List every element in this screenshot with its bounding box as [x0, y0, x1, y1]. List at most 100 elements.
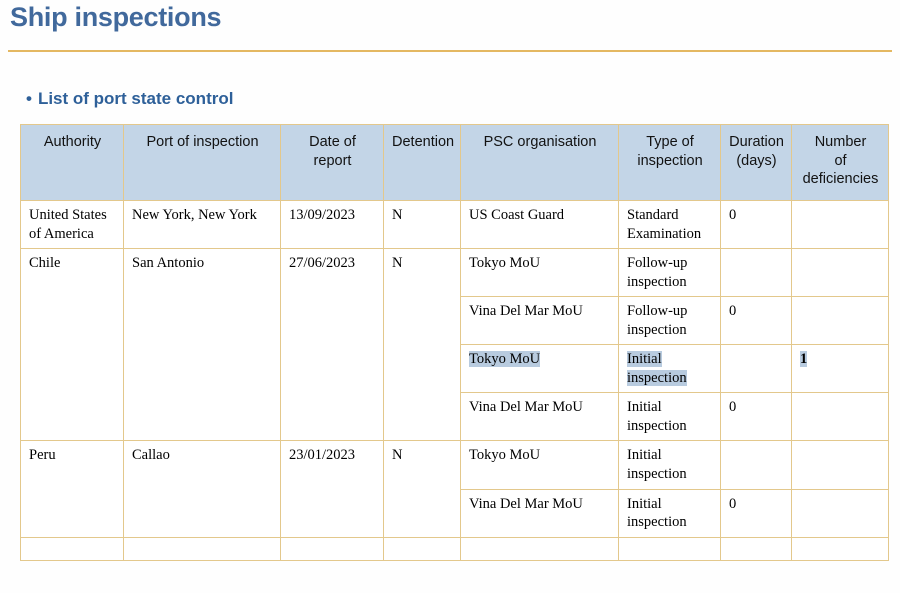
cell-psc-organisation-text: Vina Del Mar MoU	[469, 303, 583, 320]
table-body: United States of America New York, New Yo…	[20, 199, 889, 561]
cell-number-of-deficiencies	[791, 488, 889, 538]
cell-duration-days-text: 0	[729, 399, 737, 416]
cell-psc-organisation: Vina Del Mar MoU	[460, 392, 619, 442]
column-header-duration-line-1: Duration	[729, 134, 784, 150]
cell-psc-organisation-text: Vina Del Mar MoU	[469, 399, 583, 416]
cell-clipped	[720, 536, 792, 561]
cell-date-text: 13/09/2023	[289, 207, 356, 223]
cell-psc-organisation-text: Tokyo MoU	[469, 351, 541, 368]
cell-number-of-deficiencies	[791, 296, 889, 346]
column-header-type-line-1: Type of	[646, 134, 694, 150]
cell-type-of-inspection-text: Follow-up inspection	[627, 303, 688, 338]
column-header-authority: Authority	[20, 124, 124, 201]
cell-duration-days	[720, 440, 792, 490]
cell-psc-organisation: US Coast Guard	[460, 199, 619, 250]
table-row[interactable]: Chile San Antonio 27/06/2023 N Tokyo MoU Foll…	[20, 248, 889, 442]
column-header-psc-line-1: PSC organisation	[483, 134, 597, 150]
cell-type-of-inspection-text: Follow-up inspection	[627, 255, 688, 290]
cell-date: 23/01/2023	[280, 440, 384, 538]
cell-duration-days-text: 0	[729, 495, 737, 512]
table-row-clipped	[20, 536, 889, 561]
column-header-date-line-1: Date of	[309, 134, 356, 150]
cell-date: 27/06/2023	[280, 248, 384, 442]
column-header-duration-days: Duration (days)	[720, 124, 792, 201]
cell-number-of-deficiencies-text: 1	[800, 351, 808, 368]
cell-duration-days	[720, 248, 792, 298]
cell-type-of-inspection-text: Initial inspection	[627, 447, 687, 483]
cell-port: New York, New York	[123, 199, 281, 250]
cell-psc-organisation: Tokyo MoU	[460, 440, 619, 490]
column-header-port-of-inspection: Port of inspection	[123, 124, 281, 201]
cell-psc-organisation-text: Tokyo MoU	[469, 447, 541, 464]
cell-clipped	[20, 536, 124, 561]
cell-detention: N	[383, 440, 461, 538]
cell-type-of-inspection: Follow-up inspection	[618, 248, 721, 298]
column-header-psc-organisation: PSC organisation	[460, 124, 619, 201]
cell-detention: N	[383, 199, 461, 250]
cell-date-text: 27/06/2023	[289, 255, 356, 272]
cell-number-of-deficiencies	[791, 199, 889, 250]
cell-port-text: San Antonio	[132, 255, 205, 272]
cell-authority: Peru	[20, 440, 124, 538]
cell-type-of-inspection-text: Standard Examination	[627, 207, 702, 242]
cell-psc-organisation: Tokyo MoU	[460, 344, 619, 394]
cell-type-of-inspection-text: Initial inspection	[627, 399, 687, 434]
cell-clipped	[460, 536, 619, 561]
cell-psc-organisation-text: Tokyo MoU	[469, 255, 541, 272]
cell-authority: United States of America	[20, 199, 124, 250]
section-bullet: • List of port state control	[26, 89, 233, 109]
cell-authority-text: United States of America	[29, 207, 107, 242]
cell-port-text: Callao	[132, 447, 170, 464]
cell-type-of-inspection: Initial inspection	[618, 392, 721, 442]
cell-detention-text: N	[392, 255, 403, 272]
cell-clipped	[123, 536, 281, 561]
column-header-date-line-2: report	[313, 152, 352, 169]
cell-duration-days: 0	[720, 296, 792, 346]
title-divider-rule	[8, 50, 892, 52]
column-header-port-line-1: Port of inspection	[146, 134, 259, 150]
cell-detention: N	[383, 248, 461, 442]
cell-type-of-inspection-text: Initial inspection	[627, 495, 687, 531]
cell-date: 13/09/2023	[280, 199, 384, 250]
cell-clipped	[383, 536, 461, 561]
table-header-row: Authority Port of inspection Date of rep…	[20, 124, 889, 201]
cell-psc-organisation: Vina Del Mar MoU	[460, 488, 619, 538]
cell-type-of-inspection: Initial inspection	[618, 440, 721, 490]
cell-port: Callao	[123, 440, 281, 538]
cell-detention-text: N	[392, 207, 403, 223]
page-title: Ship inspections	[10, 2, 222, 32]
column-header-authority-line-1: Authority	[43, 134, 102, 150]
cell-authority-text: Chile	[29, 255, 61, 272]
bullet-marker-icon: •	[26, 89, 32, 108]
column-header-type-of-inspection: Type of inspection	[618, 124, 721, 201]
column-header-detention: Detention	[383, 124, 461, 201]
slide-canvas: Ship inspections • List of port state con…	[0, 0, 900, 593]
cell-number-of-deficiencies: 1	[791, 344, 889, 394]
cell-number-of-deficiencies	[791, 440, 889, 490]
column-header-deficiencies-line-3: deficiencies	[802, 171, 879, 188]
column-header-deficiencies-line-2: of	[834, 152, 847, 169]
cell-clipped	[791, 536, 889, 561]
cell-port-text: New York, New York	[132, 207, 257, 223]
cell-number-of-deficiencies	[791, 248, 889, 298]
cell-type-of-inspection-text: Initial inspection	[627, 351, 687, 386]
table-row[interactable]: Peru Callao 23/01/2023 N Tokyo MoU Initial in…	[20, 440, 889, 538]
cell-clipped	[280, 536, 384, 561]
column-header-deficiencies-line-1: Number	[814, 134, 867, 150]
column-header-type-line-2: inspection	[637, 152, 703, 169]
cell-date-text: 23/01/2023	[289, 447, 356, 464]
table-row[interactable]: United States of America New York, New Yo…	[20, 199, 889, 250]
cell-number-of-deficiencies	[791, 392, 889, 442]
cell-authority-text: Peru	[29, 447, 56, 464]
cell-type-of-inspection: Initial inspection	[618, 344, 721, 394]
section-bullet-label: List of port state control	[37, 89, 234, 108]
column-header-number-of-deficiencies: Number of deficiencies	[791, 124, 889, 201]
cell-duration-days: 0	[720, 392, 792, 442]
cell-type-of-inspection: Standard Examination	[618, 199, 721, 250]
column-header-date-of-report: Date of report	[280, 124, 384, 201]
cell-port: San Antonio	[123, 248, 281, 442]
cell-psc-organisation: Vina Del Mar MoU	[460, 296, 619, 346]
cell-psc-organisation: Tokyo MoU	[460, 248, 619, 298]
cell-clipped	[618, 536, 721, 561]
cell-duration-days-text: 0	[729, 207, 737, 223]
